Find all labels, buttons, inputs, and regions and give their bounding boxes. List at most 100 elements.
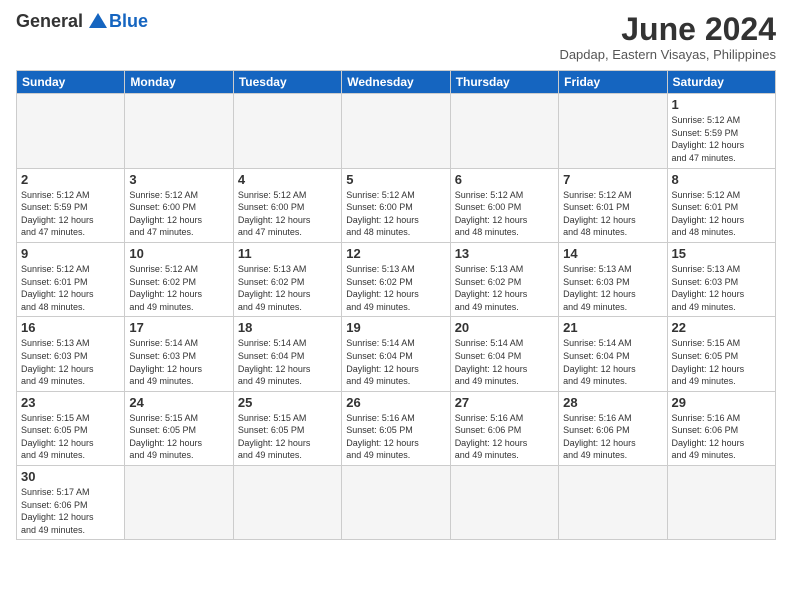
table-row: 16 Sunrise: 5:13 AMSunset: 6:03 PMDaylig… bbox=[17, 317, 125, 391]
day-number: 16 bbox=[21, 320, 120, 335]
logo-text-general: General bbox=[16, 12, 83, 30]
table-row: 27 Sunrise: 5:16 AMSunset: 6:06 PMDaylig… bbox=[450, 391, 558, 465]
day-info: Sunrise: 5:13 AMSunset: 6:03 PMDaylight:… bbox=[672, 263, 771, 313]
table-row: 2 Sunrise: 5:12 AMSunset: 5:59 PMDayligh… bbox=[17, 168, 125, 242]
table-row: 15 Sunrise: 5:13 AMSunset: 6:03 PMDaylig… bbox=[667, 242, 775, 316]
calendar-table: Sunday Monday Tuesday Wednesday Thursday… bbox=[16, 70, 776, 540]
header-tuesday: Tuesday bbox=[233, 71, 341, 94]
table-row: 9 Sunrise: 5:12 AMSunset: 6:01 PMDayligh… bbox=[17, 242, 125, 316]
table-row: 30 Sunrise: 5:17 AMSunset: 6:06 PMDaylig… bbox=[17, 466, 125, 540]
day-number: 14 bbox=[563, 246, 662, 261]
day-number: 28 bbox=[563, 395, 662, 410]
day-number: 26 bbox=[346, 395, 445, 410]
day-info: Sunrise: 5:12 AMSunset: 6:01 PMDaylight:… bbox=[672, 189, 771, 239]
table-row bbox=[450, 466, 558, 540]
table-row: 25 Sunrise: 5:15 AMSunset: 6:05 PMDaylig… bbox=[233, 391, 341, 465]
table-row: 6 Sunrise: 5:12 AMSunset: 6:00 PMDayligh… bbox=[450, 168, 558, 242]
table-row: 24 Sunrise: 5:15 AMSunset: 6:05 PMDaylig… bbox=[125, 391, 233, 465]
table-row bbox=[342, 94, 450, 168]
day-info: Sunrise: 5:13 AMSunset: 6:02 PMDaylight:… bbox=[346, 263, 445, 313]
day-number: 9 bbox=[21, 246, 120, 261]
table-row: 17 Sunrise: 5:14 AMSunset: 6:03 PMDaylig… bbox=[125, 317, 233, 391]
table-row: 5 Sunrise: 5:12 AMSunset: 6:00 PMDayligh… bbox=[342, 168, 450, 242]
table-row: 21 Sunrise: 5:14 AMSunset: 6:04 PMDaylig… bbox=[559, 317, 667, 391]
day-info: Sunrise: 5:15 AMSunset: 6:05 PMDaylight:… bbox=[238, 412, 337, 462]
table-row: 20 Sunrise: 5:14 AMSunset: 6:04 PMDaylig… bbox=[450, 317, 558, 391]
table-row: 4 Sunrise: 5:12 AMSunset: 6:00 PMDayligh… bbox=[233, 168, 341, 242]
day-number: 2 bbox=[21, 172, 120, 187]
day-info: Sunrise: 5:14 AMSunset: 6:03 PMDaylight:… bbox=[129, 337, 228, 387]
table-row: 8 Sunrise: 5:12 AMSunset: 6:01 PMDayligh… bbox=[667, 168, 775, 242]
table-row: 22 Sunrise: 5:15 AMSunset: 6:05 PMDaylig… bbox=[667, 317, 775, 391]
day-number: 11 bbox=[238, 246, 337, 261]
table-row bbox=[559, 466, 667, 540]
day-number: 5 bbox=[346, 172, 445, 187]
calendar-header-row: Sunday Monday Tuesday Wednesday Thursday… bbox=[17, 71, 776, 94]
day-info: Sunrise: 5:14 AMSunset: 6:04 PMDaylight:… bbox=[563, 337, 662, 387]
day-number: 27 bbox=[455, 395, 554, 410]
day-number: 4 bbox=[238, 172, 337, 187]
day-number: 6 bbox=[455, 172, 554, 187]
day-info: Sunrise: 5:16 AMSunset: 6:05 PMDaylight:… bbox=[346, 412, 445, 462]
table-row bbox=[233, 466, 341, 540]
table-row: 29 Sunrise: 5:16 AMSunset: 6:06 PMDaylig… bbox=[667, 391, 775, 465]
day-number: 12 bbox=[346, 246, 445, 261]
day-number: 20 bbox=[455, 320, 554, 335]
day-info: Sunrise: 5:13 AMSunset: 6:02 PMDaylight:… bbox=[455, 263, 554, 313]
day-info: Sunrise: 5:12 AMSunset: 6:02 PMDaylight:… bbox=[129, 263, 228, 313]
day-number: 17 bbox=[129, 320, 228, 335]
day-info: Sunrise: 5:12 AMSunset: 6:01 PMDaylight:… bbox=[563, 189, 662, 239]
day-info: Sunrise: 5:13 AMSunset: 6:02 PMDaylight:… bbox=[238, 263, 337, 313]
table-row: 14 Sunrise: 5:13 AMSunset: 6:03 PMDaylig… bbox=[559, 242, 667, 316]
day-number: 3 bbox=[129, 172, 228, 187]
table-row bbox=[233, 94, 341, 168]
day-number: 30 bbox=[21, 469, 120, 484]
day-info: Sunrise: 5:14 AMSunset: 6:04 PMDaylight:… bbox=[238, 337, 337, 387]
day-number: 1 bbox=[672, 97, 771, 112]
day-number: 25 bbox=[238, 395, 337, 410]
title-area: June 2024 Dapdap, Eastern Visayas, Phili… bbox=[559, 12, 776, 62]
day-info: Sunrise: 5:16 AMSunset: 6:06 PMDaylight:… bbox=[672, 412, 771, 462]
day-info: Sunrise: 5:16 AMSunset: 6:06 PMDaylight:… bbox=[455, 412, 554, 462]
day-number: 7 bbox=[563, 172, 662, 187]
table-row: 18 Sunrise: 5:14 AMSunset: 6:04 PMDaylig… bbox=[233, 317, 341, 391]
day-number: 18 bbox=[238, 320, 337, 335]
day-info: Sunrise: 5:12 AMSunset: 6:01 PMDaylight:… bbox=[21, 263, 120, 313]
table-row: 10 Sunrise: 5:12 AMSunset: 6:02 PMDaylig… bbox=[125, 242, 233, 316]
table-row: 28 Sunrise: 5:16 AMSunset: 6:06 PMDaylig… bbox=[559, 391, 667, 465]
day-info: Sunrise: 5:15 AMSunset: 6:05 PMDaylight:… bbox=[21, 412, 120, 462]
table-row bbox=[125, 466, 233, 540]
day-info: Sunrise: 5:12 AMSunset: 5:59 PMDaylight:… bbox=[21, 189, 120, 239]
day-number: 24 bbox=[129, 395, 228, 410]
table-row: 12 Sunrise: 5:13 AMSunset: 6:02 PMDaylig… bbox=[342, 242, 450, 316]
day-number: 10 bbox=[129, 246, 228, 261]
table-row bbox=[342, 466, 450, 540]
table-row: 19 Sunrise: 5:14 AMSunset: 6:04 PMDaylig… bbox=[342, 317, 450, 391]
day-info: Sunrise: 5:14 AMSunset: 6:04 PMDaylight:… bbox=[455, 337, 554, 387]
day-info: Sunrise: 5:12 AMSunset: 6:00 PMDaylight:… bbox=[129, 189, 228, 239]
header: General Blue June 2024 Dapdap, Eastern V… bbox=[16, 12, 776, 62]
day-info: Sunrise: 5:12 AMSunset: 6:00 PMDaylight:… bbox=[346, 189, 445, 239]
day-info: Sunrise: 5:12 AMSunset: 6:00 PMDaylight:… bbox=[238, 189, 337, 239]
day-number: 22 bbox=[672, 320, 771, 335]
table-row: 1 Sunrise: 5:12 AMSunset: 5:59 PMDayligh… bbox=[667, 94, 775, 168]
table-row bbox=[667, 466, 775, 540]
day-info: Sunrise: 5:12 AMSunset: 6:00 PMDaylight:… bbox=[455, 189, 554, 239]
month-title: June 2024 bbox=[559, 12, 776, 47]
day-number: 8 bbox=[672, 172, 771, 187]
logo: General Blue bbox=[16, 12, 148, 30]
table-row: 13 Sunrise: 5:13 AMSunset: 6:02 PMDaylig… bbox=[450, 242, 558, 316]
page: General Blue June 2024 Dapdap, Eastern V… bbox=[0, 0, 792, 612]
header-friday: Friday bbox=[559, 71, 667, 94]
day-number: 15 bbox=[672, 246, 771, 261]
day-info: Sunrise: 5:13 AMSunset: 6:03 PMDaylight:… bbox=[563, 263, 662, 313]
day-number: 23 bbox=[21, 395, 120, 410]
header-sunday: Sunday bbox=[17, 71, 125, 94]
day-number: 19 bbox=[346, 320, 445, 335]
day-number: 21 bbox=[563, 320, 662, 335]
header-saturday: Saturday bbox=[667, 71, 775, 94]
logo-area: General Blue bbox=[16, 12, 148, 30]
day-info: Sunrise: 5:14 AMSunset: 6:04 PMDaylight:… bbox=[346, 337, 445, 387]
logo-text-blue: Blue bbox=[109, 12, 148, 30]
day-info: Sunrise: 5:12 AMSunset: 5:59 PMDaylight:… bbox=[672, 114, 771, 164]
